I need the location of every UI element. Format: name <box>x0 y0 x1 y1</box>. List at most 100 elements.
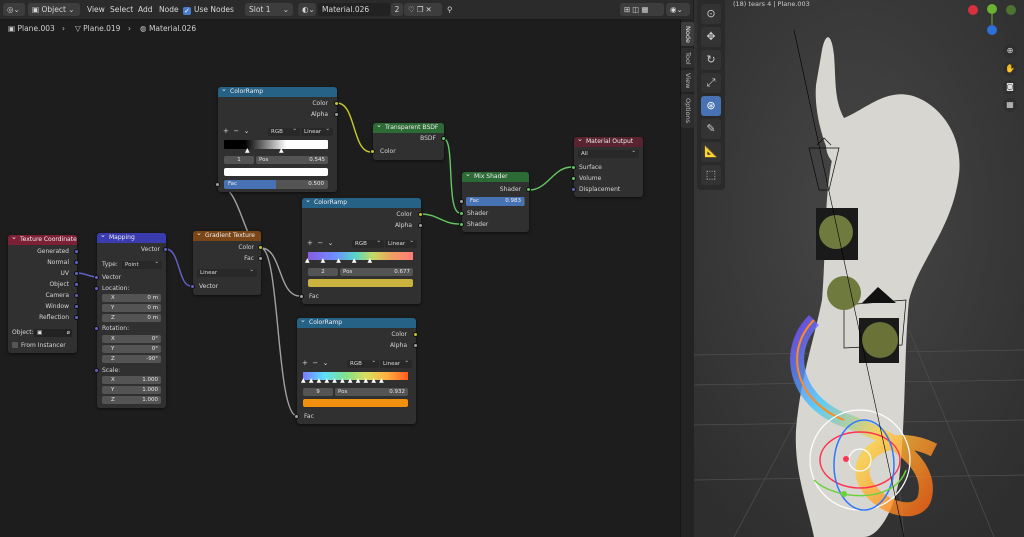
ramp-stop-markers[interactable]: ▲▲▲▲▲ <box>305 257 417 264</box>
cursor-tool[interactable]: ⊙ <box>701 4 721 24</box>
socket-rotation-in[interactable] <box>94 326 99 331</box>
zoom-icon[interactable]: ⊕ <box>1003 44 1017 58</box>
fac-slider[interactable]: Fac 0.500 <box>224 180 328 189</box>
texture-coordinate-node[interactable]: Texture Coordinate Generated Normal UV Obje… <box>8 232 79 353</box>
ramp-add-remove[interactable]: + − ⌄ <box>307 239 334 248</box>
socket-location-in[interactable] <box>94 286 99 291</box>
tab-view[interactable]: View <box>681 70 694 92</box>
tab-node[interactable]: Node <box>681 22 694 46</box>
socket-window-out[interactable] <box>74 304 79 309</box>
measure-tool[interactable]: 📐 <box>701 142 721 162</box>
ramp-stop-marker[interactable]: ▲ <box>245 147 250 154</box>
socket-vector-in[interactable] <box>94 275 99 280</box>
ramp-stop-color[interactable] <box>308 279 413 287</box>
socket-vector-out[interactable] <box>163 247 168 252</box>
socket-fac-out[interactable] <box>258 256 263 261</box>
camera-view-icon[interactable]: ◙ <box>1003 80 1017 94</box>
interpolation-dropdown[interactable]: Linear <box>301 125 333 136</box>
mix-fac-slider[interactable]: Fac 0.983 <box>466 197 525 206</box>
socket-bsdf-out[interactable] <box>441 136 446 141</box>
colorramp-node-1[interactable]: ColorRamp Color Alpha + − ⌄ RGB Linear ▲… <box>215 84 339 192</box>
mapping-node[interactable]: Mapping Vector Type: Point Vector Locati… <box>94 230 168 408</box>
ramp-pos-field[interactable]: Pos 0.545 <box>256 156 328 164</box>
socket-vector-in[interactable] <box>190 284 195 289</box>
ramp-add-remove[interactable]: + − ⌄ <box>223 127 250 136</box>
ramp-index-field[interactable]: 2 <box>308 268 338 276</box>
socket-shader-out[interactable] <box>526 187 531 192</box>
scale-tool[interactable]: ⤢ <box>701 73 721 93</box>
move-tool[interactable]: ✥ <box>701 27 721 47</box>
socket-color-out[interactable] <box>258 245 263 250</box>
node-header[interactable]: ColorRamp <box>302 195 421 208</box>
socket-surface-in[interactable] <box>571 165 576 170</box>
rotation-x-field[interactable]: X 0° <box>102 335 161 343</box>
socket-fac-in[interactable] <box>299 294 304 299</box>
mapping-type-dropdown[interactable]: Point <box>122 258 162 269</box>
socket-uv-out[interactable] <box>74 271 79 276</box>
gradient-type-dropdown[interactable]: Linear <box>197 266 257 277</box>
node-header[interactable]: Transparent BSDF <box>373 120 444 133</box>
location-y-field[interactable]: Y 0 m <box>102 304 161 312</box>
location-x-field[interactable]: X 0 m <box>102 294 161 302</box>
interpolation-dropdown[interactable]: Linear <box>380 357 412 368</box>
scale-x-field[interactable]: X 1.000 <box>102 376 161 384</box>
socket-displacement-in[interactable] <box>571 187 576 192</box>
socket-color-out[interactable] <box>334 101 339 106</box>
socket-color-out[interactable] <box>418 212 423 217</box>
tab-options[interactable]: Options <box>681 94 694 128</box>
mix-shader-node[interactable]: Mix Shader Shader Fac 0.983 Shader Shader <box>459 169 531 232</box>
ramp-index-field[interactable]: 1 <box>224 156 254 164</box>
ramp-stop-color[interactable] <box>224 168 328 176</box>
transparent-bsdf-node[interactable]: Transparent BSDF BSDF Color <box>370 120 446 160</box>
color-mode-dropdown[interactable]: RGB <box>347 357 379 368</box>
object-picker[interactable]: ▣ ⌀ <box>34 329 72 337</box>
socket-color-in[interactable] <box>370 149 375 154</box>
target-dropdown[interactable]: All <box>578 147 639 158</box>
from-instancer-checkbox[interactable]: From Instancer <box>12 341 66 350</box>
socket-fac-in[interactable] <box>459 199 464 204</box>
ramp-pos-field[interactable]: Pos 0.677 <box>340 268 413 276</box>
socket-scale-in[interactable] <box>94 368 99 373</box>
socket-fac-in[interactable] <box>215 182 220 187</box>
node-header[interactable]: Mix Shader <box>462 169 529 182</box>
socket-alpha-out[interactable] <box>418 223 423 228</box>
socket-reflection-out[interactable] <box>74 315 79 320</box>
socket-alpha-out[interactable] <box>413 343 418 348</box>
tab-tool[interactable]: Tool <box>681 48 694 68</box>
socket-normal-out[interactable] <box>74 260 79 265</box>
interpolation-dropdown[interactable]: Linear <box>385 237 417 248</box>
material-output-node[interactable]: Material Output All Surface Volume Displ… <box>571 134 643 197</box>
socket-camera-out[interactable] <box>74 293 79 298</box>
annotate-tool[interactable]: ✎ <box>701 119 721 139</box>
scale-y-field[interactable]: Y 1.000 <box>102 386 161 394</box>
ramp-gradient[interactable] <box>224 140 328 149</box>
rotate-tool[interactable]: ↻ <box>701 50 721 70</box>
node-header[interactable]: Material Output <box>574 134 643 147</box>
colorramp-node-2[interactable]: ColorRamp Color Alpha + − ⌄ RGB Linear ▲… <box>299 195 423 304</box>
add-cube-tool[interactable]: ⬚ <box>701 165 721 185</box>
pan-hand-icon[interactable]: ✋ <box>1003 62 1017 76</box>
socket-shader-in-1[interactable] <box>459 211 464 216</box>
ramp-add-remove[interactable]: + − ⌄ <box>302 359 329 368</box>
node-header[interactable]: Texture Coordinate <box>8 232 77 245</box>
rotation-y-field[interactable]: Y 0° <box>102 345 161 353</box>
nav-axis-gizmo[interactable] <box>968 3 1016 35</box>
socket-object-out[interactable] <box>74 282 79 287</box>
colorramp-node-3[interactable]: ColorRamp Color Alpha + − ⌄ RGB Linear ▲… <box>294 315 418 424</box>
node-header[interactable]: Mapping <box>97 230 166 243</box>
location-z-field[interactable]: Z 0 m <box>102 314 161 322</box>
ramp-stop-color[interactable] <box>303 399 408 407</box>
socket-color-out[interactable] <box>413 332 418 337</box>
transform-tool[interactable]: ⊛ <box>701 96 721 116</box>
socket-alpha-out[interactable] <box>334 112 339 117</box>
ramp-stop-marker[interactable]: ▲ <box>279 147 284 154</box>
ramp-pos-field[interactable]: Pos 0.932 <box>335 388 408 396</box>
node-header[interactable]: Gradient Texture <box>193 228 261 241</box>
ramp-index-field[interactable]: 9 <box>303 388 333 396</box>
rotation-z-field[interactable]: Z -90° <box>102 355 161 363</box>
socket-shader-in-2[interactable] <box>459 222 464 227</box>
node-header[interactable]: ColorRamp <box>297 315 416 328</box>
color-mode-dropdown[interactable]: RGB <box>268 125 300 136</box>
gradient-texture-node[interactable]: Gradient Texture Color Fac Linear Vector <box>190 228 263 295</box>
perspective-grid-icon[interactable]: ▦ <box>1003 98 1017 112</box>
